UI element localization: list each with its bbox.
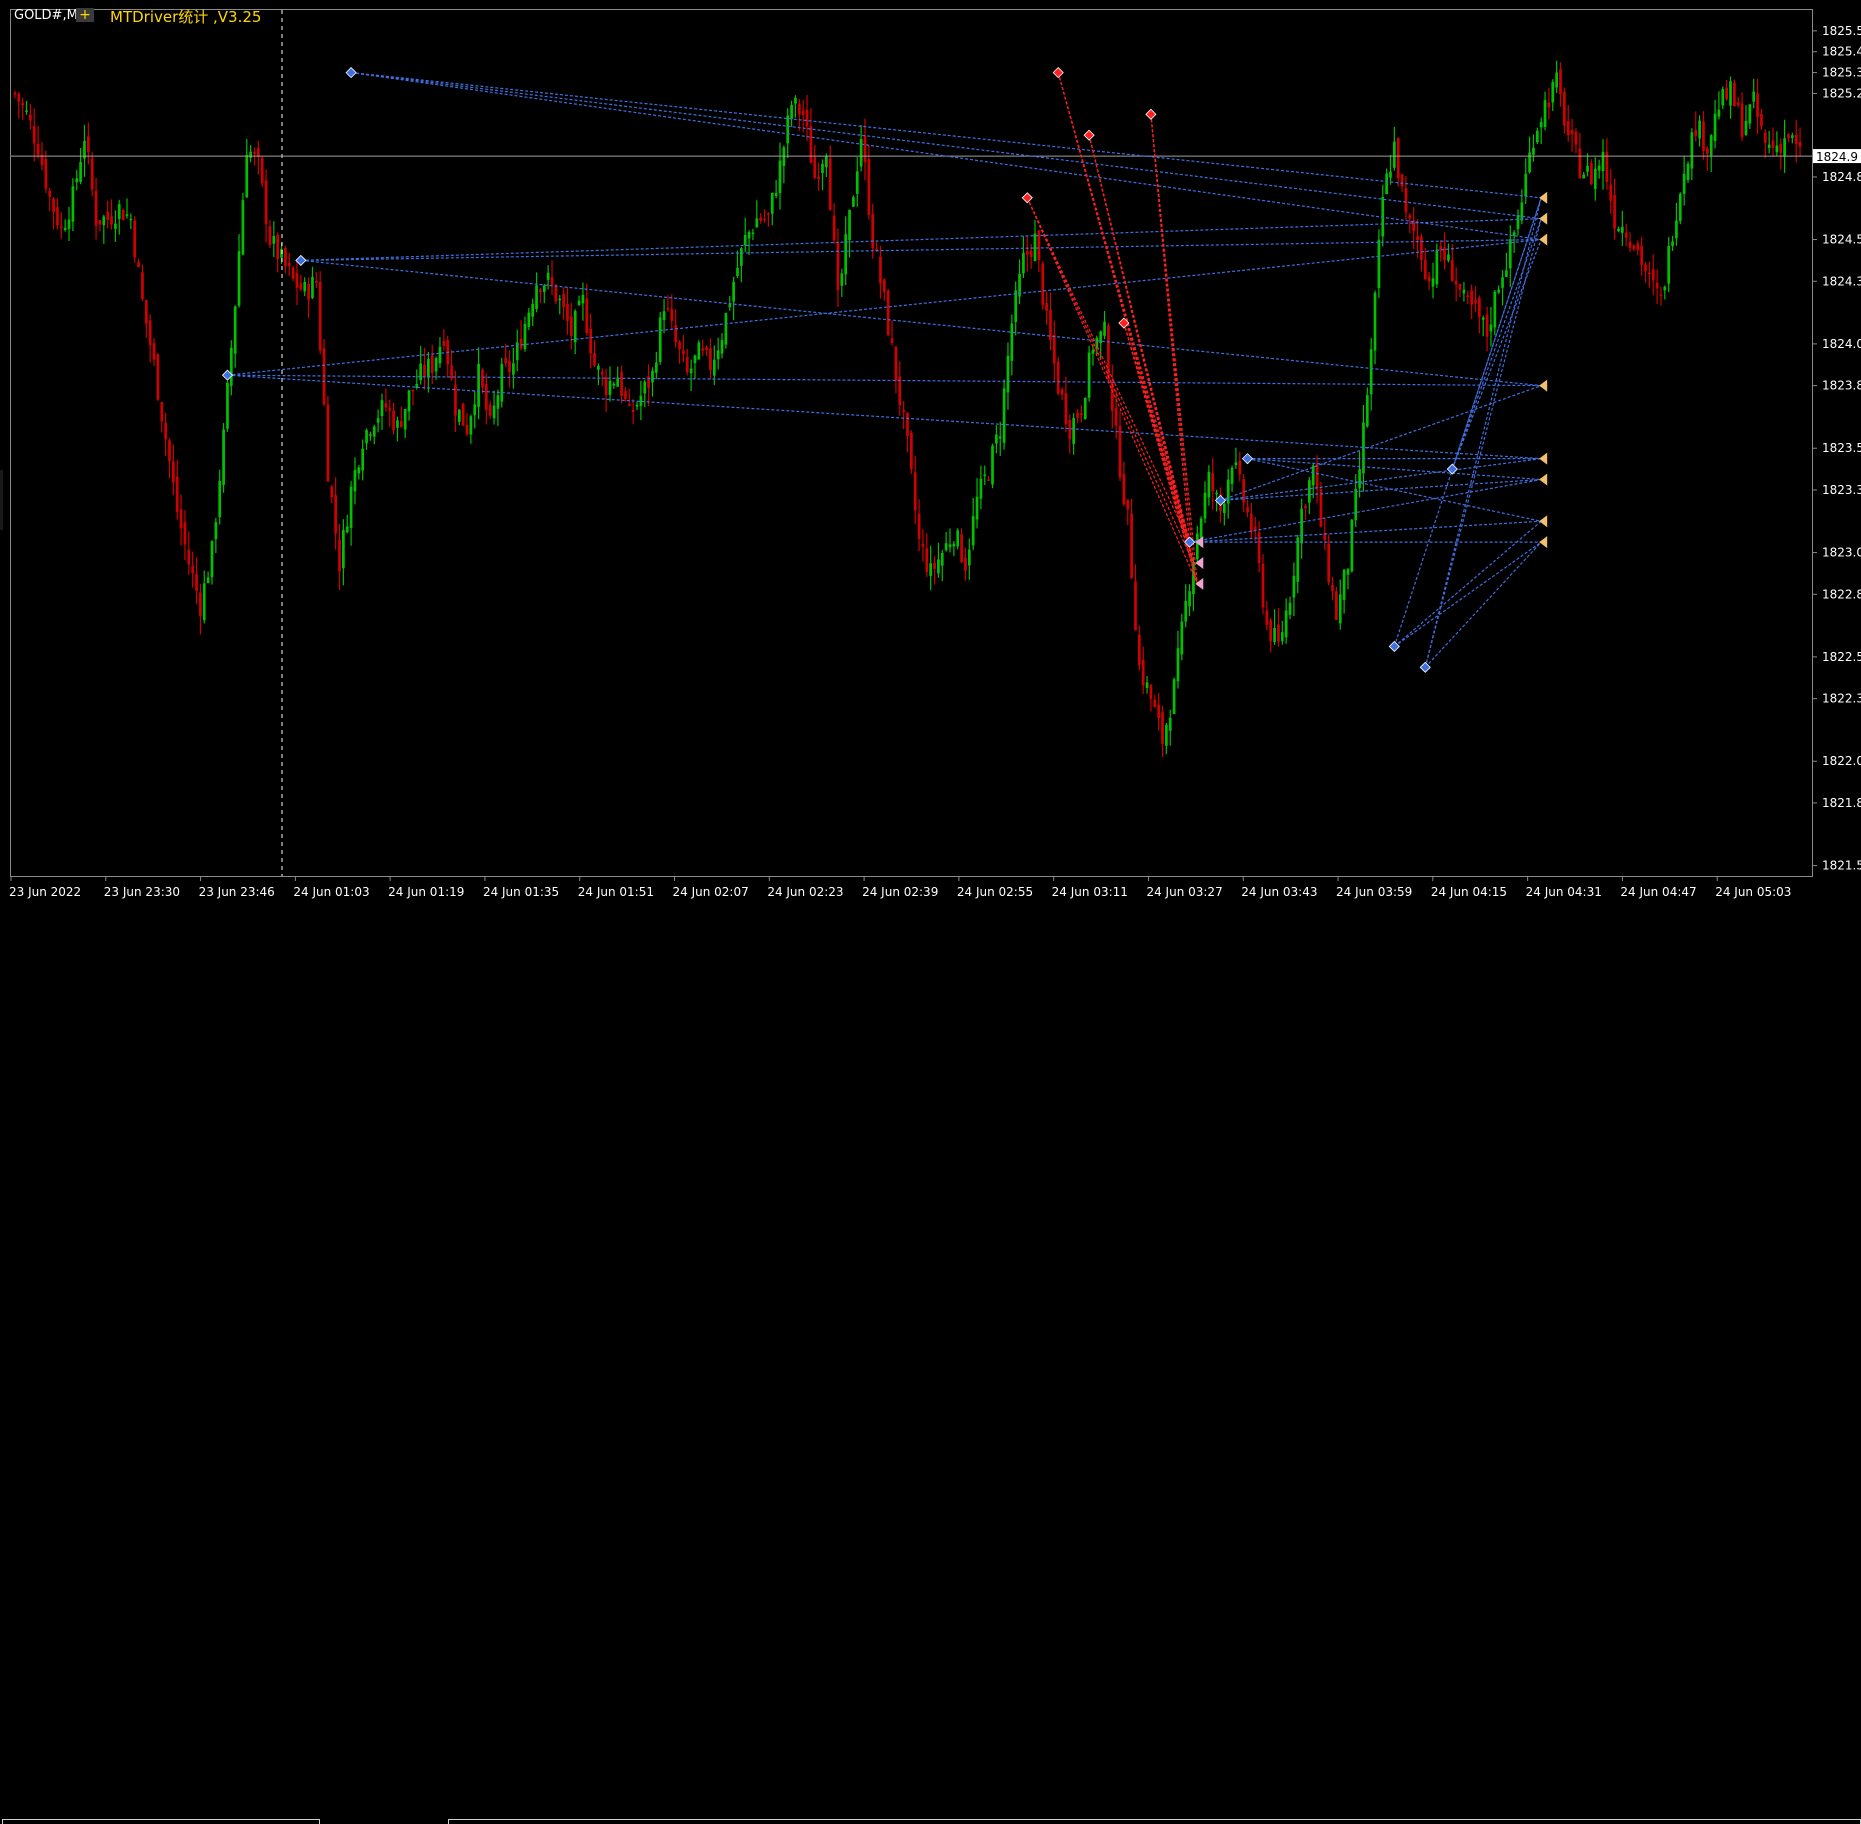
price-tick-label: 1821.8 — [1822, 796, 1861, 810]
price-tick-label: 1824.8 — [1822, 170, 1861, 184]
time-tick-label: 24 Jun 05:03 — [1715, 885, 1791, 899]
price-tick-label: 1825.3 — [1822, 66, 1861, 80]
time-tick-label: 24 Jun 02:07 — [673, 885, 749, 899]
current-price-label: 1824.9 — [1816, 150, 1858, 164]
chart-tab-1[interactable] — [2, 1819, 320, 1824]
time-tick-label: 24 Jun 03:59 — [1336, 885, 1412, 899]
price-tick-label: 1823.5 — [1822, 441, 1861, 455]
price-tick-label: 1822.0 — [1822, 754, 1861, 768]
symbol-label: GOLD#,M — [14, 8, 78, 23]
time-tick-label: 24 Jun 03:43 — [1241, 885, 1317, 899]
price-axis: 1825.5 1825.4 1825.3 1825.2 1824.9 1824.8 1824… — [1812, 24, 1861, 873]
chart-tab-2[interactable] — [448, 1819, 1861, 1824]
time-tick-label: 24 Jun 04:15 — [1431, 885, 1507, 899]
chart-tabs-bar — [0, 907, 1861, 1824]
price-tick-label: 1823.0 — [1822, 546, 1861, 560]
price-tick-label: 1823.3 — [1822, 483, 1861, 497]
left-edge-marker — [0, 470, 3, 530]
plot-border — [10, 9, 1813, 877]
price-tick-label: 1822.8 — [1822, 587, 1861, 601]
price-tick-label: 1825.5 — [1822, 24, 1861, 38]
time-tick-label: 23 Jun 23:46 — [199, 885, 275, 899]
time-tick-label: 24 Jun 02:23 — [767, 885, 843, 899]
price-tick-label: 1822.3 — [1822, 692, 1861, 706]
time-tick-label: 24 Jun 01:51 — [578, 885, 654, 899]
expert-advisor-badge[interactable]: + — [76, 8, 94, 22]
time-tick-label: 24 Jun 01:03 — [293, 885, 369, 899]
expert-advisor-label: MTDriver统计 ,V3.25 — [110, 8, 262, 26]
time-tick-label: 24 Jun 03:27 — [1146, 885, 1222, 899]
time-tick-label: 23 Jun 23:30 — [104, 885, 180, 899]
time-tick-label: 24 Jun 02:39 — [862, 885, 938, 899]
price-tick-label: 1822.5 — [1822, 650, 1861, 664]
time-tick-label: 23 Jun 2022 — [9, 885, 81, 899]
time-tick-label: 24 Jun 01:19 — [388, 885, 464, 899]
price-tick-label: 1825.4 — [1822, 45, 1861, 59]
time-axis: 23 Jun 2022 23 Jun 23:30 23 Jun 23:46 24 Ju… — [9, 876, 1791, 899]
price-tick-label: 1823.8 — [1822, 379, 1861, 393]
price-tick-label: 1824.5 — [1822, 233, 1861, 247]
price-tick-label: 1821.5 — [1822, 859, 1861, 873]
time-tick-label: 24 Jun 03:11 — [1052, 885, 1128, 899]
time-tick-label: 24 Jun 04:31 — [1526, 885, 1602, 899]
time-tick-label: 24 Jun 02:55 — [957, 885, 1033, 899]
time-tick-label: 24 Jun 01:35 — [483, 885, 559, 899]
chart-window[interactable]: 1825.5 1825.4 1825.3 1825.2 1824.9 1824.8 1824… — [0, 0, 1861, 1824]
time-tick-label: 24 Jun 04:47 — [1620, 885, 1696, 899]
price-tick-label: 1824.3 — [1822, 274, 1861, 288]
price-tick-label: 1825.2 — [1822, 86, 1861, 100]
price-tick-label: 1824.0 — [1822, 337, 1861, 351]
